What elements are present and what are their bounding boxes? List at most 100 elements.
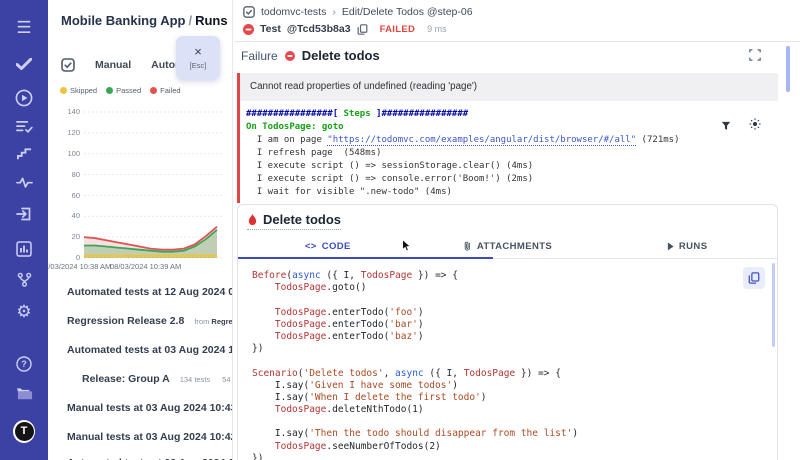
run-list-item[interactable]: Automated tests at 03 Aug 2024 10	[60, 340, 232, 360]
breadcrumb-path[interactable]: Edit/Delete Todos @step-06	[342, 6, 473, 18]
brightness-sun-icon[interactable]	[749, 117, 761, 135]
test-name: Delete todos	[263, 212, 341, 227]
app-logo[interactable]: T	[13, 420, 35, 442]
step-url-link[interactable]: "https://todomvc.com/examples/angular/di…	[327, 135, 636, 146]
mouse-cursor	[401, 239, 411, 257]
tab-runs[interactable]: RUNS	[597, 235, 777, 258]
run-list-item[interactable]: Manual tests at 03 Aug 2024 10:43	[60, 398, 232, 418]
status-badge: FAILED	[380, 24, 416, 35]
projects-folder-icon[interactable]	[13, 383, 35, 405]
detail-tabs: <> CODE ATTACHMENTS RUNS	[238, 235, 777, 259]
code-line	[252, 294, 763, 306]
step-line: I am on page "https://todomvc.com/exampl…	[246, 134, 778, 147]
code-line: TodosPage.goto()	[252, 282, 763, 294]
test-card: Delete todos <> CODE ATTACHMENTS	[237, 204, 778, 460]
copy-test-id-button[interactable]	[357, 24, 368, 35]
copy-icon	[748, 272, 760, 284]
suite-checkbox-icon	[243, 6, 255, 18]
code-line: TodosPage.enterTodo('foo')	[252, 307, 763, 319]
check-icon[interactable]	[13, 53, 35, 75]
filter-funnel-icon[interactable]	[721, 118, 731, 136]
legend-item-skipped[interactable]: Skipped	[60, 86, 97, 95]
activity-icon[interactable]	[13, 172, 35, 194]
esc-tooltip: × [Esc]	[176, 36, 220, 80]
play-triangle-icon	[667, 242, 674, 251]
code-line	[252, 416, 763, 428]
legend-item-failed[interactable]: Failed	[150, 86, 180, 95]
help-icon[interactable]: ?	[13, 353, 35, 375]
run-list-item[interactable]: Automated tests at 12 Aug 2024 05	[60, 282, 232, 302]
sign-in-icon[interactable]	[13, 203, 35, 225]
failure-detail: Cannot read properties of undefined (rea…	[237, 73, 778, 203]
run-list-item[interactable]: Regression Release 2.8 from Regressi	[60, 311, 232, 331]
copy-icon	[357, 24, 368, 35]
branch-icon[interactable]	[13, 268, 35, 290]
step-line: I refresh page (548ms)	[246, 147, 778, 160]
menu-icon[interactable]: ☰	[13, 16, 35, 38]
bar-chart-icon[interactable]	[13, 238, 35, 260]
active-tab-underline	[238, 257, 493, 259]
run-list-item[interactable]: Automated tests at 03 Aug 2024 10	[60, 453, 232, 460]
tab-manual[interactable]: Manual	[95, 59, 131, 71]
run-group-item[interactable]: Release: Group A 134 tests 54 m	[68, 369, 232, 389]
steps-banner: ################[ Steps ]###############…	[246, 108, 778, 121]
failed-dot-icon	[150, 87, 157, 94]
run-list-item[interactable]: Manual tests at 03 Aug 2024 10:42	[60, 427, 232, 447]
tab-attachments[interactable]: ATTACHMENTS	[418, 235, 598, 258]
failure-heading: Failure Delete todos	[241, 48, 380, 63]
app-window: ☰ ⚙ ? T	[0, 0, 800, 460]
y-axis-tick: 0	[52, 253, 80, 262]
steps-section: On TodosPage: goto	[246, 121, 778, 134]
project-name[interactable]: Mobile Banking App	[61, 13, 185, 28]
code-line: TodosPage.enterTodo('bar')	[252, 319, 763, 331]
breadcrumb-suite[interactable]: todomvc-tests	[261, 6, 326, 18]
paperclip-icon	[463, 241, 472, 252]
code-line: })	[252, 343, 763, 355]
header-divider	[234, 41, 800, 42]
select-runs-icon[interactable]	[61, 58, 75, 72]
legend-item-passed[interactable]: Passed	[106, 86, 141, 95]
play-circle-icon[interactable]	[13, 87, 35, 109]
copy-code-button[interactable]	[743, 267, 765, 289]
steps-icon[interactable]	[13, 143, 35, 165]
code-scrollbar[interactable]	[772, 263, 775, 347]
breadcrumb: todomvc-tests › Edit/Delete Todos @step-…	[243, 6, 473, 18]
test-detail-panel: todomvc-tests › Edit/Delete Todos @step-…	[234, 0, 800, 460]
chart-legend: Skipped Passed Failed	[60, 86, 181, 95]
y-axis-tick: 20	[52, 232, 80, 241]
esc-key-label: [Esc]	[190, 61, 207, 70]
page-title: Runs	[195, 13, 228, 28]
test-card-heading: Delete todos	[247, 212, 341, 230]
step-line: I execute script () => sessionStorage.cl…	[246, 160, 778, 173]
checklist-icon[interactable]	[13, 116, 35, 138]
code-line: TodosPage.enterTodo('baz')	[252, 331, 763, 343]
panel-scrollbar[interactable]	[786, 46, 790, 92]
code-line: TodosPage.deleteNthTodo(1)	[252, 404, 763, 416]
project-breadcrumb: Mobile Banking App/Runs	[61, 13, 228, 28]
code-line: Scenario('Delete todos', async ({ I, Tod…	[252, 368, 763, 380]
failed-status-icon	[285, 51, 295, 61]
fullscreen-icon[interactable]	[749, 48, 761, 66]
tab-code[interactable]: <> CODE	[238, 235, 418, 258]
sidebar: ☰ ⚙ ? T	[0, 0, 48, 460]
code-line: I.say('Given I have some todos')	[252, 380, 763, 392]
code-block: Before(async ({ I, TodosPage }) => { Tod…	[238, 261, 777, 460]
settings-gear-icon[interactable]: ⚙	[13, 300, 35, 322]
steps-log: ################[ Steps ]###############…	[240, 105, 778, 203]
flame-icon	[247, 213, 258, 226]
code-icon: <>	[305, 241, 317, 252]
runs-trend-chart	[84, 108, 224, 262]
y-axis-tick: 100	[52, 149, 80, 158]
y-axis-tick: 80	[52, 170, 80, 179]
code-line: I.say('When I delete the first todo')	[252, 392, 763, 404]
code-line: Before(async ({ I, TodosPage }) => {	[252, 270, 763, 282]
close-icon[interactable]: ×	[194, 46, 202, 58]
test-id: @Tcd53b8a3	[287, 23, 351, 35]
svg-text:?: ?	[21, 359, 27, 369]
test-duration: 9 ms	[427, 24, 447, 34]
runs-panel: Mobile Banking App/Runs Manual Automated…	[48, 0, 233, 460]
error-message: Cannot read properties of undefined (rea…	[240, 73, 778, 101]
code-line: I.say('Then the todo should disappear fr…	[252, 428, 763, 440]
y-axis-tick: 120	[52, 128, 80, 137]
failed-status-icon	[243, 24, 254, 35]
